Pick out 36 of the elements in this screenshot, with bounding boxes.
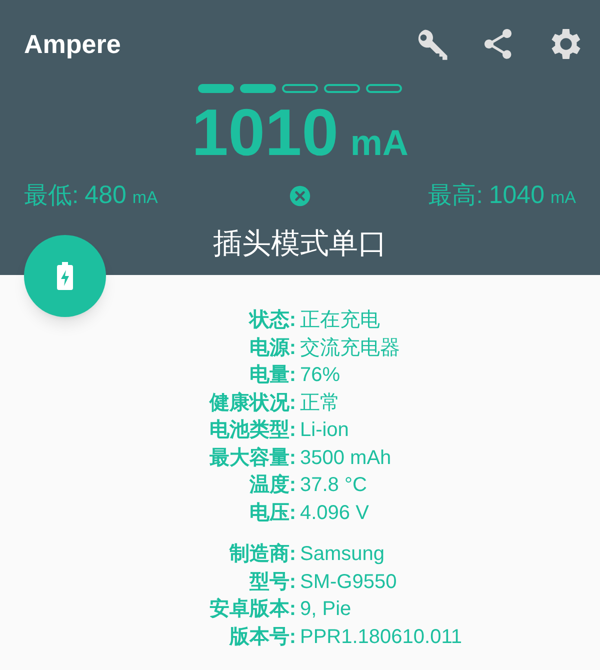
info-label: 安卓版本:: [208, 596, 297, 622]
current-unit: mA: [350, 125, 408, 161]
info-label: 制造商:: [228, 542, 297, 567]
mode-label: 插头模式单口: [213, 226, 387, 262]
info-value: 9, Pie: [300, 597, 352, 622]
info-label: 型号:: [248, 570, 297, 594]
info-value: 正常: [300, 390, 341, 416]
info-label: 版本号:: [228, 624, 297, 650]
max-label: 最高:: [428, 181, 483, 211]
info-value: SM-G9550: [300, 570, 398, 594]
info-label: 最大容量:: [208, 446, 297, 470]
info-value: Li-ion: [300, 418, 350, 443]
info-label: 电池类型:: [208, 418, 297, 443]
min-value: 480: [84, 180, 126, 211]
info-value: 37.8 °C: [300, 473, 368, 498]
info-label: 电压:: [248, 500, 297, 526]
battery-charging-icon: [57, 262, 73, 290]
info-label: 电量:: [248, 363, 297, 388]
info-value: 交流充电器: [300, 336, 401, 360]
info-value: 4.096 V: [300, 500, 370, 526]
info-label: 温度:: [248, 472, 297, 498]
max-value: 1040: [488, 180, 544, 211]
info-value: 正在充电: [300, 308, 381, 333]
info-value: Samsung: [300, 542, 386, 567]
app-title: Ampere: [24, 28, 122, 60]
max-unit: mA: [550, 187, 576, 209]
info-value: PPR1.180610.011: [300, 624, 463, 650]
info-value: 3500 mAh: [300, 446, 392, 470]
info-label: 状态:: [248, 308, 297, 333]
info-value: 76%: [300, 363, 342, 388]
min-label: 最低:: [24, 181, 79, 211]
current-value: 1010: [192, 99, 338, 165]
info-label: 电源:: [248, 336, 297, 360]
min-unit: mA: [132, 187, 158, 209]
reset-icon[interactable]: [289, 184, 311, 207]
info-label: 健康状况:: [208, 390, 297, 416]
